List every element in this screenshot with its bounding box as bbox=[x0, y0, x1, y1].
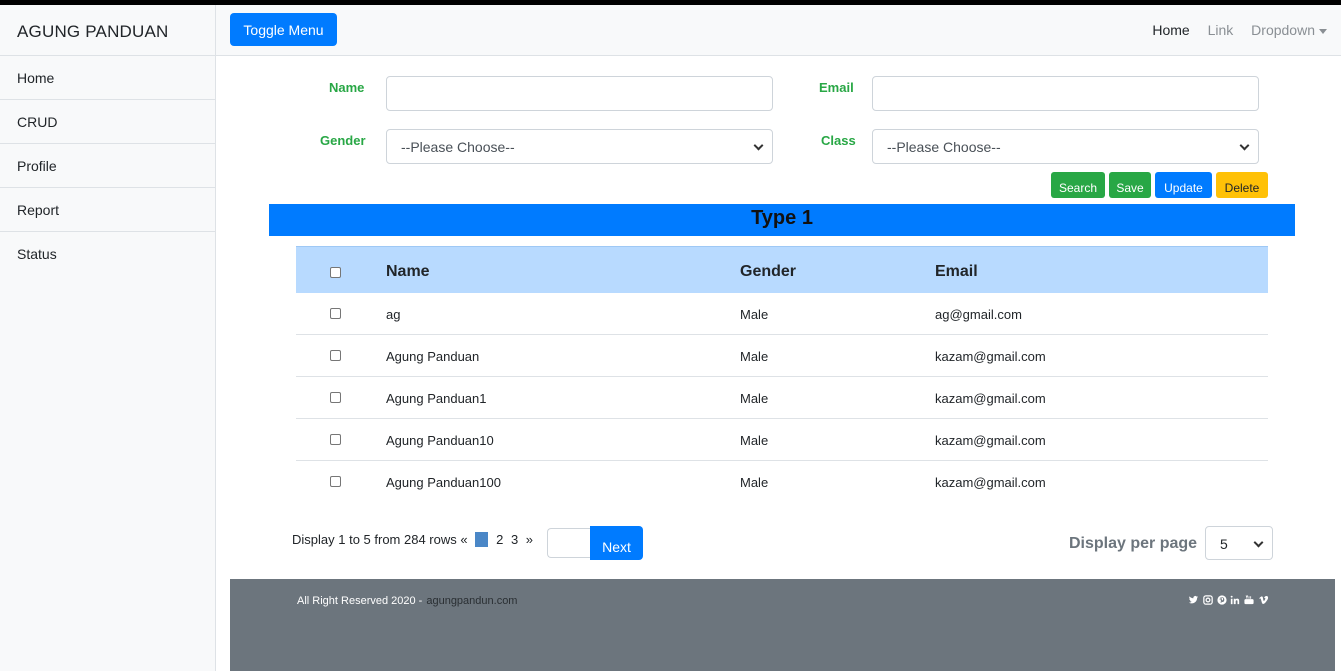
row-checkbox[interactable] bbox=[330, 350, 341, 361]
gender-select[interactable]: --Please Choose-- bbox=[386, 129, 773, 164]
table-row[interactable]: Agung Panduan Male kazam@gmail.com bbox=[296, 335, 1268, 377]
top-navbar: Toggle Menu Home Link Dropdown bbox=[216, 5, 1341, 56]
cell-gender: Male bbox=[740, 433, 769, 448]
pagination-info: Display 1 to 5 from 284 rows bbox=[292, 532, 457, 547]
sidebar: AGUNG PANDUAN Home CRUD Profile Report S… bbox=[0, 5, 216, 671]
chevron-down-icon bbox=[1253, 537, 1264, 548]
pinterest-icon[interactable] bbox=[1217, 595, 1227, 605]
sidebar-item-profile[interactable]: Profile bbox=[0, 144, 215, 188]
nav-link-home[interactable]: Home bbox=[1152, 22, 1189, 38]
page-number-input[interactable] bbox=[547, 528, 591, 558]
cell-gender: Male bbox=[740, 475, 769, 490]
cell-name: ag bbox=[386, 307, 401, 322]
sidebar-item-status[interactable]: Status bbox=[0, 232, 215, 276]
class-select[interactable]: --Please Choose-- bbox=[872, 129, 1259, 164]
pagination-prev[interactable]: « bbox=[460, 532, 467, 547]
cell-name: Agung Panduan bbox=[386, 349, 480, 364]
brand-title: AGUNG PANDUAN bbox=[17, 22, 169, 41]
class-label: Class bbox=[821, 133, 856, 148]
instagram-icon[interactable] bbox=[1203, 595, 1213, 605]
next-button[interactable]: Next bbox=[590, 526, 643, 560]
nav-link-link[interactable]: Link bbox=[1208, 22, 1234, 38]
name-label: Name bbox=[329, 80, 365, 95]
row-checkbox[interactable] bbox=[330, 308, 341, 319]
name-input[interactable] bbox=[386, 76, 773, 111]
cell-name: Agung Panduan100 bbox=[386, 475, 501, 490]
footer-link[interactable]: agungpandun.com bbox=[426, 595, 517, 607]
gender-selected-value: --Please Choose-- bbox=[401, 139, 515, 155]
nav-links: Home Link Dropdown bbox=[1138, 22, 1327, 38]
youtube-icon[interactable] bbox=[1244, 595, 1254, 605]
caret-down-icon bbox=[1319, 28, 1327, 34]
table-row[interactable]: ag Male ag@gmail.com bbox=[296, 293, 1268, 335]
cell-gender: Male bbox=[740, 391, 769, 406]
column-header-email[interactable]: Email bbox=[935, 263, 978, 281]
sidebar-menu: Home CRUD Profile Report Status bbox=[0, 55, 215, 276]
table-header: Name Gender Email bbox=[296, 246, 1268, 293]
footer: All Right Reserved 2020 - agungpandun.com bbox=[230, 579, 1335, 671]
row-checkbox[interactable] bbox=[330, 476, 341, 487]
pagination-next[interactable]: » bbox=[526, 532, 533, 547]
cell-name: Agung Panduan1 bbox=[386, 391, 487, 406]
linkedin-icon[interactable] bbox=[1230, 595, 1240, 605]
pagination-page-3[interactable]: 3 bbox=[511, 532, 518, 547]
sidebar-item-home[interactable]: Home bbox=[0, 56, 215, 100]
table-row[interactable]: Agung Panduan10 Male kazam@gmail.com bbox=[296, 419, 1268, 461]
type-banner: Type 1 bbox=[269, 204, 1295, 236]
sidebar-item-report[interactable]: Report bbox=[0, 188, 215, 232]
social-icons bbox=[1188, 595, 1269, 608]
chevron-down-icon bbox=[1239, 140, 1250, 151]
pagination-page-1[interactable]: 1 bbox=[475, 532, 489, 547]
column-header-gender[interactable]: Gender bbox=[740, 263, 796, 281]
nav-dropdown[interactable]: Dropdown bbox=[1251, 22, 1327, 38]
pagination: Display 1 to 5 from 284 rows « 1 2 3 » bbox=[292, 532, 535, 547]
cell-email: kazam@gmail.com bbox=[935, 391, 1046, 406]
toggle-menu-button[interactable]: Toggle Menu bbox=[230, 13, 337, 46]
per-page-select[interactable]: 5 bbox=[1205, 526, 1273, 560]
nav-dropdown-label: Dropdown bbox=[1251, 22, 1315, 38]
table-row[interactable]: Agung Panduan1 Male kazam@gmail.com bbox=[296, 377, 1268, 419]
cell-email: kazam@gmail.com bbox=[935, 349, 1046, 364]
cell-email: kazam@gmail.com bbox=[935, 475, 1046, 490]
vimeo-icon[interactable] bbox=[1258, 595, 1269, 605]
twitter-icon[interactable] bbox=[1188, 595, 1199, 605]
select-all-checkbox[interactable] bbox=[330, 267, 341, 278]
cell-email: ag@gmail.com bbox=[935, 307, 1022, 322]
footer-text: All Right Reserved 2020 - agungpandun.com bbox=[297, 595, 517, 607]
chevron-down-icon bbox=[753, 140, 764, 151]
email-input[interactable] bbox=[872, 76, 1259, 111]
per-page-value: 5 bbox=[1220, 536, 1228, 552]
sidebar-item-crud[interactable]: CRUD bbox=[0, 100, 215, 144]
cell-email: kazam@gmail.com bbox=[935, 433, 1046, 448]
email-label: Email bbox=[819, 80, 854, 95]
per-page-label: Display per page bbox=[1069, 535, 1198, 552]
gender-label: Gender bbox=[320, 133, 366, 148]
table-row[interactable]: Agung Panduan100 Male kazam@gmail.com bbox=[296, 461, 1268, 503]
cell-name: Agung Panduan10 bbox=[386, 433, 494, 448]
cell-gender: Male bbox=[740, 307, 769, 322]
row-checkbox[interactable] bbox=[330, 434, 341, 445]
delete-button[interactable]: Delete bbox=[1216, 172, 1268, 198]
cell-gender: Male bbox=[740, 349, 769, 364]
search-button[interactable]: Search bbox=[1051, 172, 1105, 198]
update-button[interactable]: Update bbox=[1155, 172, 1212, 198]
copyright-text: All Right Reserved 2020 - bbox=[297, 595, 423, 607]
save-button[interactable]: Save bbox=[1109, 172, 1151, 198]
pagination-page-2[interactable]: 2 bbox=[496, 532, 503, 547]
class-selected-value: --Please Choose-- bbox=[887, 139, 1001, 155]
column-header-name[interactable]: Name bbox=[386, 263, 430, 281]
row-checkbox[interactable] bbox=[330, 392, 341, 403]
